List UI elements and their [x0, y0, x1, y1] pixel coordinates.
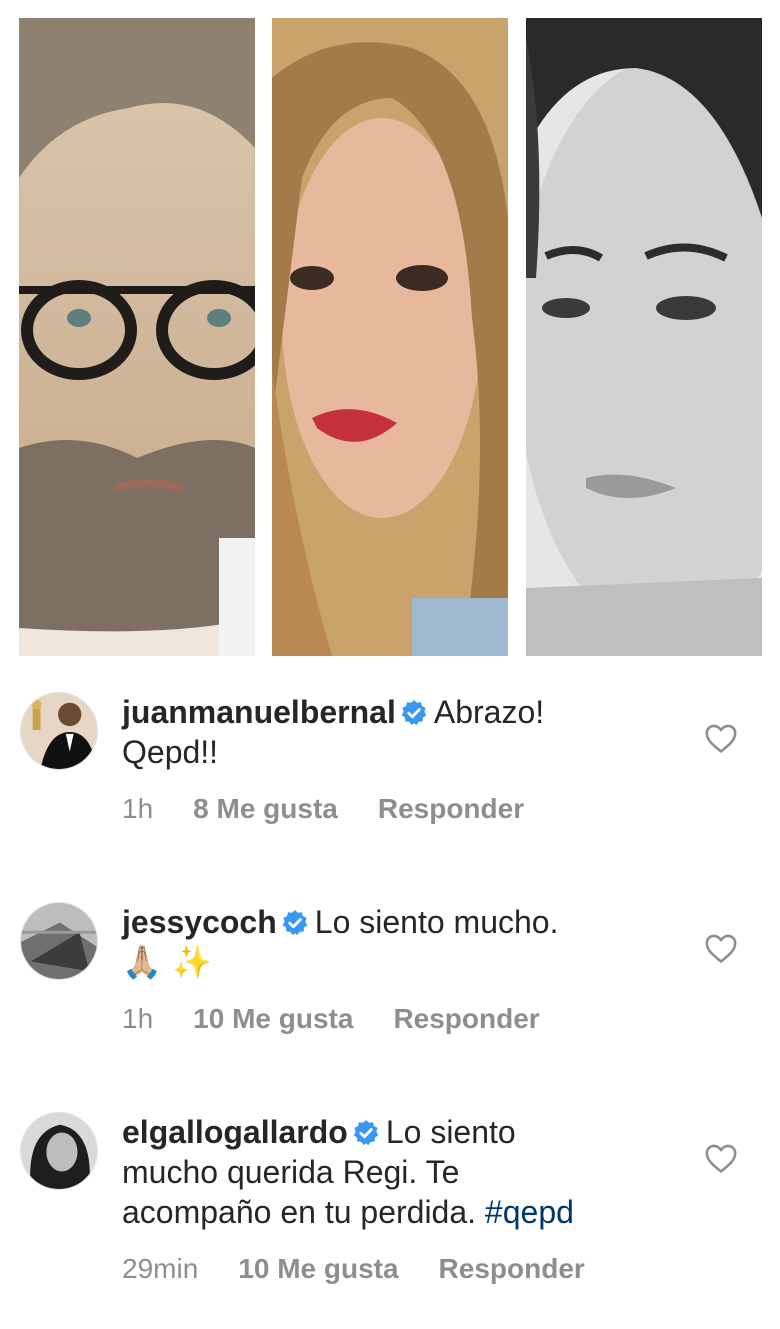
comment-message-cont: mucho querida Regi. Te [122, 1154, 460, 1190]
comment-username[interactable]: juanmanuelbernal [122, 694, 396, 730]
comment-username[interactable]: elgallogallardo [122, 1114, 348, 1150]
heart-icon[interactable] [704, 1142, 738, 1174]
comment-text: juanmanuelbernal Abrazo! Qepd!! [122, 692, 682, 772]
comment-username[interactable]: jessycoch [122, 904, 277, 940]
comment-message: Lo siento mucho. [314, 904, 559, 940]
avatar[interactable] [20, 692, 98, 770]
comment-emojis: 🙏🏼 ✨ [122, 943, 212, 981]
hashtag-link[interactable]: #qepd [485, 1194, 574, 1230]
comment-message-cont: Qepd!! [122, 734, 219, 770]
comment-text: elgallogallardo Lo siento mucho querida R… [122, 1112, 682, 1232]
comment-likes[interactable]: 8 Me gusta [193, 792, 338, 826]
comment-time: 29min [122, 1253, 199, 1284]
photo-man-with-glasses [19, 18, 255, 656]
comment-message-cont: acompaño en tu perdida. [122, 1194, 477, 1230]
comment-meta: 1h 8 Me gusta Responder [122, 792, 564, 826]
comment-time: 1h [122, 793, 154, 824]
comment-message: Lo siento [385, 1114, 516, 1150]
photo-woman-curly-hair [272, 18, 508, 656]
comment-likes[interactable]: 10 Me gusta [193, 1002, 353, 1036]
reply-button[interactable]: Responder [393, 1002, 539, 1036]
verified-badge-icon [400, 696, 428, 726]
comment-message: Abrazo! [433, 694, 545, 730]
heart-icon[interactable] [704, 722, 738, 754]
verified-badge-icon [352, 1116, 380, 1146]
comment-meta: 1h 10 Me gusta Responder [122, 1002, 580, 1036]
photo-collage [0, 0, 780, 665]
avatar[interactable] [20, 1112, 98, 1190]
avatar[interactable] [20, 902, 98, 980]
photo-woman-bw [526, 18, 762, 656]
comment-text: jessycoch Lo siento mucho. 🙏🏼 ✨ [122, 902, 682, 982]
comment-time: 1h [122, 1003, 154, 1034]
comment-meta: 29min 10 Me gusta Responder [122, 1252, 625, 1286]
heart-icon[interactable] [704, 932, 738, 964]
comment-likes[interactable]: 10 Me gusta [238, 1252, 398, 1286]
reply-button[interactable]: Responder [439, 1252, 585, 1286]
verified-badge-icon [281, 906, 309, 936]
reply-button[interactable]: Responder [378, 792, 524, 826]
